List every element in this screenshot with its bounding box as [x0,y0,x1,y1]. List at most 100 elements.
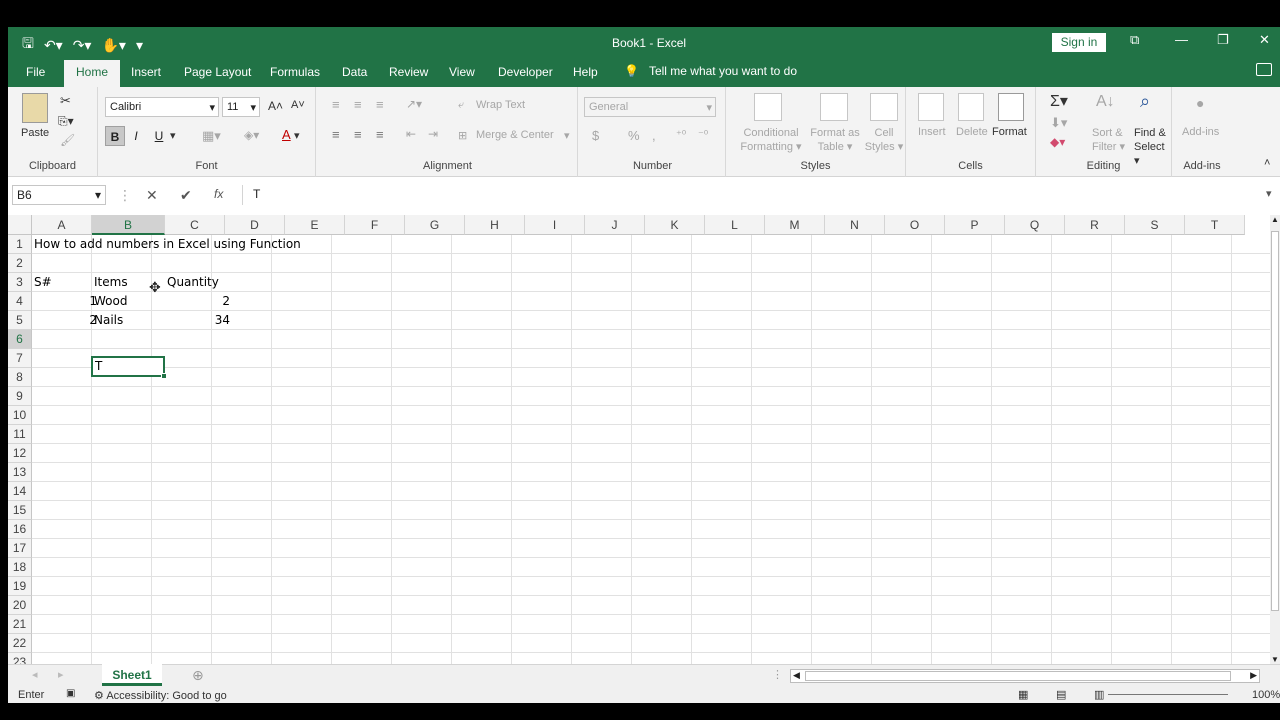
cell-b6[interactable]: T [93,357,104,376]
formula-input[interactable]: T [242,185,1264,205]
fill-color-icon[interactable]: ◈▾ [244,128,259,142]
row-header-4[interactable]: 4 [8,292,32,311]
conditional-formatting-button[interactable]: Conditional Formatting ▾ [736,126,806,154]
cell-styles-button[interactable]: Cell Styles ▾ [864,126,904,154]
wrap-text-icon[interactable]: ⤶ [458,99,464,112]
tab-formulas[interactable]: Formulas [270,65,320,79]
undo-icon[interactable]: ↶▾ [44,37,63,54]
page-layout-view-icon[interactable]: ▤ [1056,688,1066,701]
cell-b5[interactable]: Nails [92,311,125,330]
cancel-entry-icon[interactable]: ✕ [146,187,158,204]
bold-button[interactable]: B [105,126,125,146]
scroll-left-icon[interactable]: ◀ [793,670,800,681]
tab-page-layout[interactable]: Page Layout [184,65,251,79]
row-header-15[interactable]: 15 [8,501,32,520]
insert-function-icon[interactable]: fx [214,187,223,201]
align-center-icon[interactable]: ≡ [354,127,362,142]
format-as-table-icon[interactable] [820,93,848,121]
middle-align-icon[interactable]: ≡ [354,97,362,112]
find-select-icon[interactable]: ⌕ [1140,91,1150,112]
column-header-p[interactable]: P [945,215,1005,235]
column-header-k[interactable]: K [645,215,705,235]
zoom-slider[interactable] [1108,694,1228,695]
row-header-23[interactable]: 23 [8,653,32,664]
wrap-text-button[interactable]: Wrap Text [476,99,525,111]
row-header-12[interactable]: 12 [8,444,32,463]
tab-file[interactable]: File [26,65,45,79]
column-header-i[interactable]: I [525,215,585,235]
worksheet-grid[interactable]: ABCDEFGHIJKLMNOPQRST 1 2 3 4 5 6 7 8 9 10 11 12 13 14… [8,215,1270,664]
cell-area[interactable]: How to add numbers in Excel using Functi… [32,235,1270,664]
collapse-ribbon-icon[interactable]: ˄ [1264,157,1270,169]
sort-filter-button[interactable]: Sort & Filter ▾ [1092,126,1125,154]
cell-c5[interactable]: 34 [165,311,232,330]
chevron-down-icon[interactable]: ▾ [170,129,176,142]
cell-c3[interactable]: Quantity [165,273,221,292]
horizontal-scrollbar[interactable]: ◀ ▶ [790,669,1260,683]
minimize-icon[interactable]: — [1175,32,1188,47]
format-cells-icon[interactable] [998,93,1024,121]
column-header-n[interactable]: N [825,215,885,235]
column-header-j[interactable]: J [585,215,645,235]
new-sheet-icon[interactable]: ⊕ [192,667,204,684]
cell-a1[interactable]: How to add numbers in Excel using Functi… [32,235,303,254]
merge-icon[interactable]: ⊞ [458,129,467,142]
select-all-corner[interactable] [8,215,32,235]
horizontal-scroll-thumb[interactable] [805,671,1231,681]
row-header-6[interactable]: 6 [8,330,32,349]
cell-a5[interactable]: 2 [32,311,99,330]
column-header-e[interactable]: E [285,215,345,235]
chevron-down-icon[interactable]: ▾ [294,129,300,142]
column-header-h[interactable]: H [465,215,525,235]
insert-cells-icon[interactable] [918,93,944,121]
tell-me-search[interactable]: 💡 Tell me what you want to do [624,64,797,78]
row-header-7[interactable]: 7 [8,349,32,368]
paste-icon[interactable] [22,93,48,123]
zoom-level[interactable]: 100% [1252,689,1280,701]
comma-style-icon[interactable]: , [652,128,656,143]
column-header-c[interactable]: C [165,215,225,235]
page-break-view-icon[interactable]: ▥ [1094,688,1104,701]
decrease-indent-icon[interactable]: ⇤ [406,127,416,141]
cell-b3[interactable]: Items [92,273,130,292]
merge-center-button[interactable]: Merge & Center [476,129,554,141]
cut-icon[interactable]: ✂ [60,93,71,109]
active-cell-b6[interactable]: T [91,356,167,379]
customize-qat-icon[interactable]: ▾ [136,37,143,54]
cell-a4[interactable]: 1 [32,292,99,311]
format-cells-button[interactable]: Format [992,126,1027,138]
column-header-b[interactable]: B [92,215,165,235]
format-painter-icon[interactable]: 🖌 [60,133,75,147]
row-header-1[interactable]: 1 [8,235,32,254]
restore-icon[interactable]: ❐ [1217,32,1229,48]
column-header-d[interactable]: D [225,215,285,235]
column-header-l[interactable]: L [705,215,765,235]
bottom-align-icon[interactable]: ≡ [376,97,384,112]
autosum-icon[interactable]: Σ▾ [1050,91,1068,111]
tab-view[interactable]: View [449,65,475,79]
cell-b4[interactable]: Wood [92,292,129,311]
column-header-o[interactable]: O [885,215,945,235]
font-name-select[interactable]: Calibri ▾ [105,97,219,117]
insert-cells-button[interactable]: Insert [918,126,946,138]
row-header-8[interactable]: 8 [8,368,32,387]
column-header-q[interactable]: Q [1005,215,1065,235]
fill-handle[interactable] [161,373,167,379]
tab-help[interactable]: Help [573,65,598,79]
name-box[interactable]: B6 ▾ [12,185,106,205]
macro-record-icon[interactable]: ▣ [66,688,75,699]
paste-button[interactable]: Paste [21,127,49,139]
row-header-13[interactable]: 13 [8,463,32,482]
comments-icon[interactable] [1256,63,1272,76]
scroll-down-icon[interactable]: ▼ [1271,655,1279,664]
redo-icon[interactable]: ↷▾ [73,37,92,54]
row-header-10[interactable]: 10 [8,406,32,425]
row-header-22[interactable]: 22 [8,634,32,653]
row-header-9[interactable]: 9 [8,387,32,406]
chevron-down-icon[interactable]: ▾ [564,129,570,142]
tab-home[interactable]: Home [64,60,121,87]
cell-a3[interactable]: S# [32,273,54,292]
delete-cells-button[interactable]: Delete [956,126,988,138]
row-header-16[interactable]: 16 [8,520,32,539]
conditional-formatting-icon[interactable] [754,93,782,121]
